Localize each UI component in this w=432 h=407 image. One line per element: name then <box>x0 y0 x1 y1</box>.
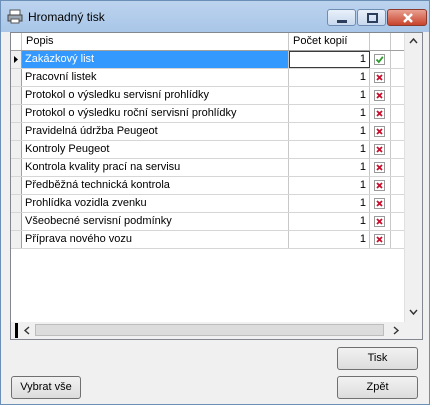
horizontal-scroll-thumb[interactable] <box>35 324 384 336</box>
print-dialog-window: Hromadný tisk Popis Počet kopií Zakázkov… <box>0 0 430 405</box>
current-row-arrow-icon <box>14 56 18 63</box>
table-row[interactable]: Protokol o výsledku roční servisní prohl… <box>11 105 422 123</box>
title-bar[interactable]: Hromadný tisk <box>1 1 429 32</box>
horizontal-scrollbar[interactable] <box>11 322 422 339</box>
table-row[interactable]: Prohlídka vozidla zvenku 1 <box>11 195 422 213</box>
cross-icon[interactable] <box>374 216 385 227</box>
row-description[interactable]: Kontrola kvality prací na servisu <box>22 159 289 176</box>
scroll-right-icon[interactable] <box>387 322 404 339</box>
cross-icon[interactable] <box>374 234 385 245</box>
scroll-up-icon[interactable] <box>405 33 422 49</box>
header-pocet-kopii[interactable]: Počet kopií <box>289 33 370 50</box>
header-popis[interactable]: Popis <box>22 33 289 50</box>
cross-icon[interactable] <box>374 144 385 155</box>
minimize-button[interactable] <box>327 9 356 26</box>
scroll-down-icon[interactable] <box>405 304 422 320</box>
maximize-icon <box>367 13 378 23</box>
header-indicator <box>11 33 22 50</box>
document-grid[interactable]: Popis Počet kopií Zakázkový list 1 Pracovn… <box>10 32 423 340</box>
row-copy-count[interactable]: 1 <box>289 159 370 176</box>
cross-icon[interactable] <box>374 90 385 101</box>
row-indicator <box>11 87 22 104</box>
cross-icon[interactable] <box>374 162 385 173</box>
table-row[interactable]: Kontrola kvality prací na servisu 1 <box>11 159 422 177</box>
row-print-toggle[interactable] <box>370 123 391 140</box>
row-indicator <box>11 177 22 194</box>
row-indicator <box>11 159 22 176</box>
row-print-toggle[interactable] <box>370 69 391 86</box>
row-print-toggle[interactable] <box>370 159 391 176</box>
row-indicator <box>11 51 22 68</box>
row-description[interactable]: Zakázkový list <box>22 51 289 68</box>
table-row[interactable]: Protokol o výsledku servisní prohlídky 1 <box>11 87 422 105</box>
check-icon[interactable] <box>374 54 385 65</box>
row-copy-count[interactable]: 1 <box>289 141 370 158</box>
print-button[interactable]: Tisk <box>337 347 418 370</box>
row-indicator <box>11 105 22 122</box>
table-row[interactable]: Kontroly Peugeot 1 <box>11 141 422 159</box>
window-title: Hromadný tisk <box>28 10 105 24</box>
row-copy-count[interactable]: 1 <box>289 87 370 104</box>
row-indicator <box>11 69 22 86</box>
row-indicator <box>11 195 22 212</box>
row-copy-count[interactable]: 1 <box>289 123 370 140</box>
row-print-toggle[interactable] <box>370 195 391 212</box>
table-row[interactable]: Předběžná technická kontrola 1 <box>11 177 422 195</box>
row-copy-count[interactable]: 1 <box>289 51 370 68</box>
scroll-left-icon[interactable] <box>19 322 36 339</box>
table-row[interactable]: Všeobecné servisní podmínky 1 <box>11 213 422 231</box>
cross-icon[interactable] <box>374 180 385 191</box>
cross-icon[interactable] <box>374 198 385 209</box>
row-print-toggle[interactable] <box>370 141 391 158</box>
close-button[interactable] <box>387 9 427 26</box>
row-description[interactable]: Pravidelná údržba Peugeot <box>22 123 289 140</box>
row-copy-count[interactable]: 1 <box>289 69 370 86</box>
row-description[interactable]: Protokol o výsledku servisní prohlídky <box>22 87 289 104</box>
row-print-toggle[interactable] <box>370 177 391 194</box>
close-icon <box>403 13 413 23</box>
row-print-toggle[interactable] <box>370 51 391 68</box>
back-button[interactable]: Zpět <box>337 376 418 399</box>
row-description[interactable]: Pracovní listek <box>22 69 289 86</box>
table-row[interactable]: Zakázkový list 1 <box>11 51 422 69</box>
row-indicator <box>11 141 22 158</box>
row-description[interactable]: Protokol o výsledku roční servisní prohl… <box>22 105 289 122</box>
vertical-scrollbar[interactable] <box>404 33 422 322</box>
row-copy-count[interactable]: 1 <box>289 177 370 194</box>
row-copy-count[interactable]: 1 <box>289 105 370 122</box>
grid-cursor-marker <box>15 323 18 338</box>
cross-icon[interactable] <box>374 126 385 137</box>
cross-icon[interactable] <box>374 72 385 83</box>
row-description[interactable]: Všeobecné servisní podmínky <box>22 213 289 230</box>
row-print-toggle[interactable] <box>370 105 391 122</box>
select-all-button[interactable]: Vybrat vše <box>11 376 81 399</box>
grid-header: Popis Počet kopií <box>11 33 422 51</box>
maximize-button[interactable] <box>357 9 386 26</box>
row-indicator <box>11 213 22 230</box>
minimize-icon <box>337 20 347 23</box>
table-row[interactable]: Pracovní listek 1 <box>11 69 422 87</box>
row-description[interactable]: Prohlídka vozidla zvenku <box>22 195 289 212</box>
table-row[interactable]: Pravidelná údržba Peugeot 1 <box>11 123 422 141</box>
row-copy-count[interactable]: 1 <box>289 231 370 248</box>
row-print-toggle[interactable] <box>370 87 391 104</box>
row-copy-count[interactable]: 1 <box>289 195 370 212</box>
row-indicator <box>11 123 22 140</box>
row-indicator <box>11 231 22 248</box>
row-description[interactable]: Příprava nového vozu <box>22 231 289 248</box>
row-print-toggle[interactable] <box>370 231 391 248</box>
row-print-toggle[interactable] <box>370 213 391 230</box>
row-copy-count[interactable]: 1 <box>289 213 370 230</box>
header-check <box>370 33 391 50</box>
row-description[interactable]: Kontroly Peugeot <box>22 141 289 158</box>
cross-icon[interactable] <box>374 108 385 119</box>
row-description[interactable]: Předběžná technická kontrola <box>22 177 289 194</box>
printer-icon <box>7 9 23 24</box>
table-row[interactable]: Příprava nového vozu 1 <box>11 231 422 249</box>
